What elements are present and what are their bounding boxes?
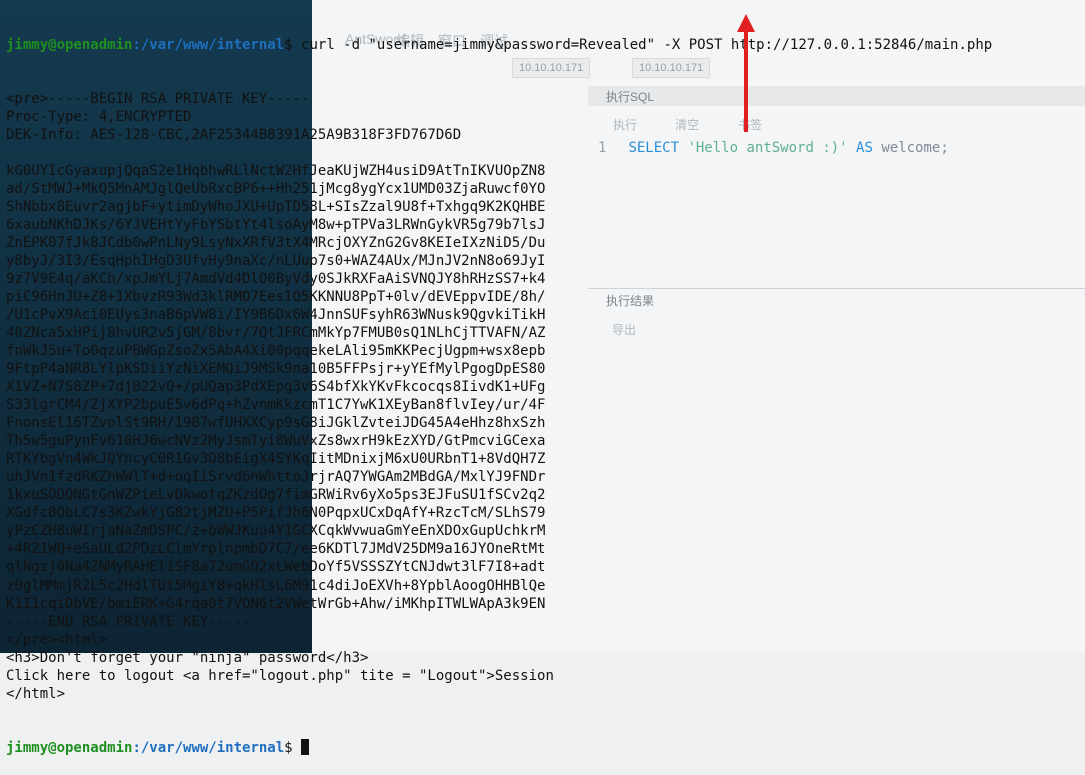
output-line: kG0UYIcGyaxupjQqaS2e1HqbhwRLlNctW2HfJeaK… [6, 163, 546, 180]
output-line: K1I1cqiDbVE/bmiERK+G4rqa0t7VQN6t2VWetWrG… [6, 595, 546, 612]
output-line: z0glMMmjR2L5c2HdlTUt5MgiY8+qkHlsL6M91c4d… [6, 577, 546, 594]
output-line: fnWkJ5u+To0qzuPBWGpZsoZx5AbA4Xi00pqqekeL… [6, 343, 546, 360]
prompt-user: jimmy@openadmin [6, 37, 133, 54]
output-line: /U1cPvX9Aci0EUys3naB6pVW8i/IY9B6Dx6W4Jnn… [6, 307, 546, 324]
output-line: X1VZ+N7S8ZP+7djB22vQ+/pUQap3PdXEpg3v6S4b… [6, 379, 546, 396]
output-line: S33lgrCM4/ZjXYP2bpuE5v6dPq+hZvnmKkzcmT1C… [6, 397, 546, 414]
output-line: </html> [6, 685, 66, 702]
output-line: XGdfc8ObLC7s3KZwkYjG82tjMZU+P5PifJh6N0Pq… [6, 505, 546, 522]
output-line: FnonsEl16TZvolSt9RH/19B7wfUHXXCyp9sG8iJG… [6, 415, 546, 432]
output-line: <pre>-----BEGIN RSA PRIVATE KEY----- [6, 91, 310, 108]
terminal-output[interactable]: jimmy@openadmin:/var/www/internal$ curl … [6, 0, 992, 775]
output-line: Proc-Type: 4,ENCRYPTED [6, 109, 192, 126]
output-line: ShNbbx8Euvr2agjbF+ytimDyWhoJXU+UpTD58L+S… [6, 199, 546, 216]
prompt-symbol: $ [284, 739, 293, 756]
annotation-arrow-icon [737, 14, 755, 132]
command-line: jimmy@openadmin:/var/www/internal$ curl … [6, 36, 992, 54]
output-line: ZnEPK07fJk8JCdb0wPnLNy9LsyNxXRfV3tX4MRcj… [6, 235, 546, 252]
prompt-user: jimmy@openadmin [6, 739, 133, 756]
terminal-cursor [301, 738, 310, 755]
output-line: </pre><html> [6, 631, 108, 648]
output-line: ad/StMWJ+MkQ5MnAMJglQeUbRxcBP6++Hh251jMc… [6, 181, 546, 198]
output-line: +4R21WQ+eSaULd2PDzLClmYrplnpmbD7C7/ee6KD… [6, 541, 546, 558]
output-line: 40ZNca5xHPij8hvUR2v5jGM/8bvr/7QtJFRCmMkY… [6, 325, 546, 342]
output-line: qlNgzj0Na4ZNMyRAHEl1SF8a72umGO2xLWebDoYf… [6, 559, 546, 576]
output-line: yPzCZH8uWIrjaNaZmDSPC/z+bWWJKuu4Y1GCXCqk… [6, 523, 546, 540]
output-line: RTKYbgVn4WkJQYncyC0R1Gv3O8bEigX4SYKqIitM… [6, 451, 546, 468]
output-line: 9FtpP4aNR8LYlpKSDiiYzNiXEMQiJ9MSk9na10B5… [6, 361, 546, 378]
output-line: 6xaubNKhDJKs/6YJVEHtYyFbYSbtYt4lsoAyM8w+… [6, 217, 546, 234]
prompt-symbol: $ [284, 37, 293, 54]
next-prompt-line[interactable]: jimmy@openadmin:/var/www/internal$ [6, 738, 992, 757]
output-line: DEK-Info: AES-128-CBC,2AF25344B8391A25A9… [6, 127, 462, 144]
output-line: 1kxuSODQNGtGnWZPieLvDkwotqZKzdOg7fimGRWi… [6, 487, 546, 504]
output-line: y8byJ/3I3/EsqHphIHgD3UfvHy9naXc/nLUup7s0… [6, 253, 546, 270]
output-line: -----END RSA PRIVATE KEY----- [6, 613, 251, 630]
prompt-path: :/var/www/internal [132, 37, 285, 54]
curl-command: curl -d "username=jimmy&password=Reveale… [301, 37, 993, 54]
output-line: 9z7V9E4q/aKCh/xpJmYLj7AmdVd4DlO0ByVdy0SJ… [6, 271, 546, 288]
output-line: Click here to logout <a href="logout.php… [6, 667, 554, 684]
output-line: piC96HnJU+Z8+1XbvzR93Wd3klRMO7EesIQ5KKNN… [6, 289, 546, 306]
output-line: Th5w5guPynFv610HJ6wcNVz2MyJsmTyi8WuVxZs8… [6, 433, 546, 450]
output-line: <h3>Don't forget your "ninja" password</… [6, 649, 369, 666]
output-line: uhJVn1fzdRKZhWWlT+d+oqIiSrvd6nWhttoJrjrA… [6, 469, 546, 486]
prompt-path: :/var/www/internal [132, 739, 285, 756]
command-output: <pre>-----BEGIN RSA PRIVATE KEY----- Proc… [6, 90, 992, 703]
